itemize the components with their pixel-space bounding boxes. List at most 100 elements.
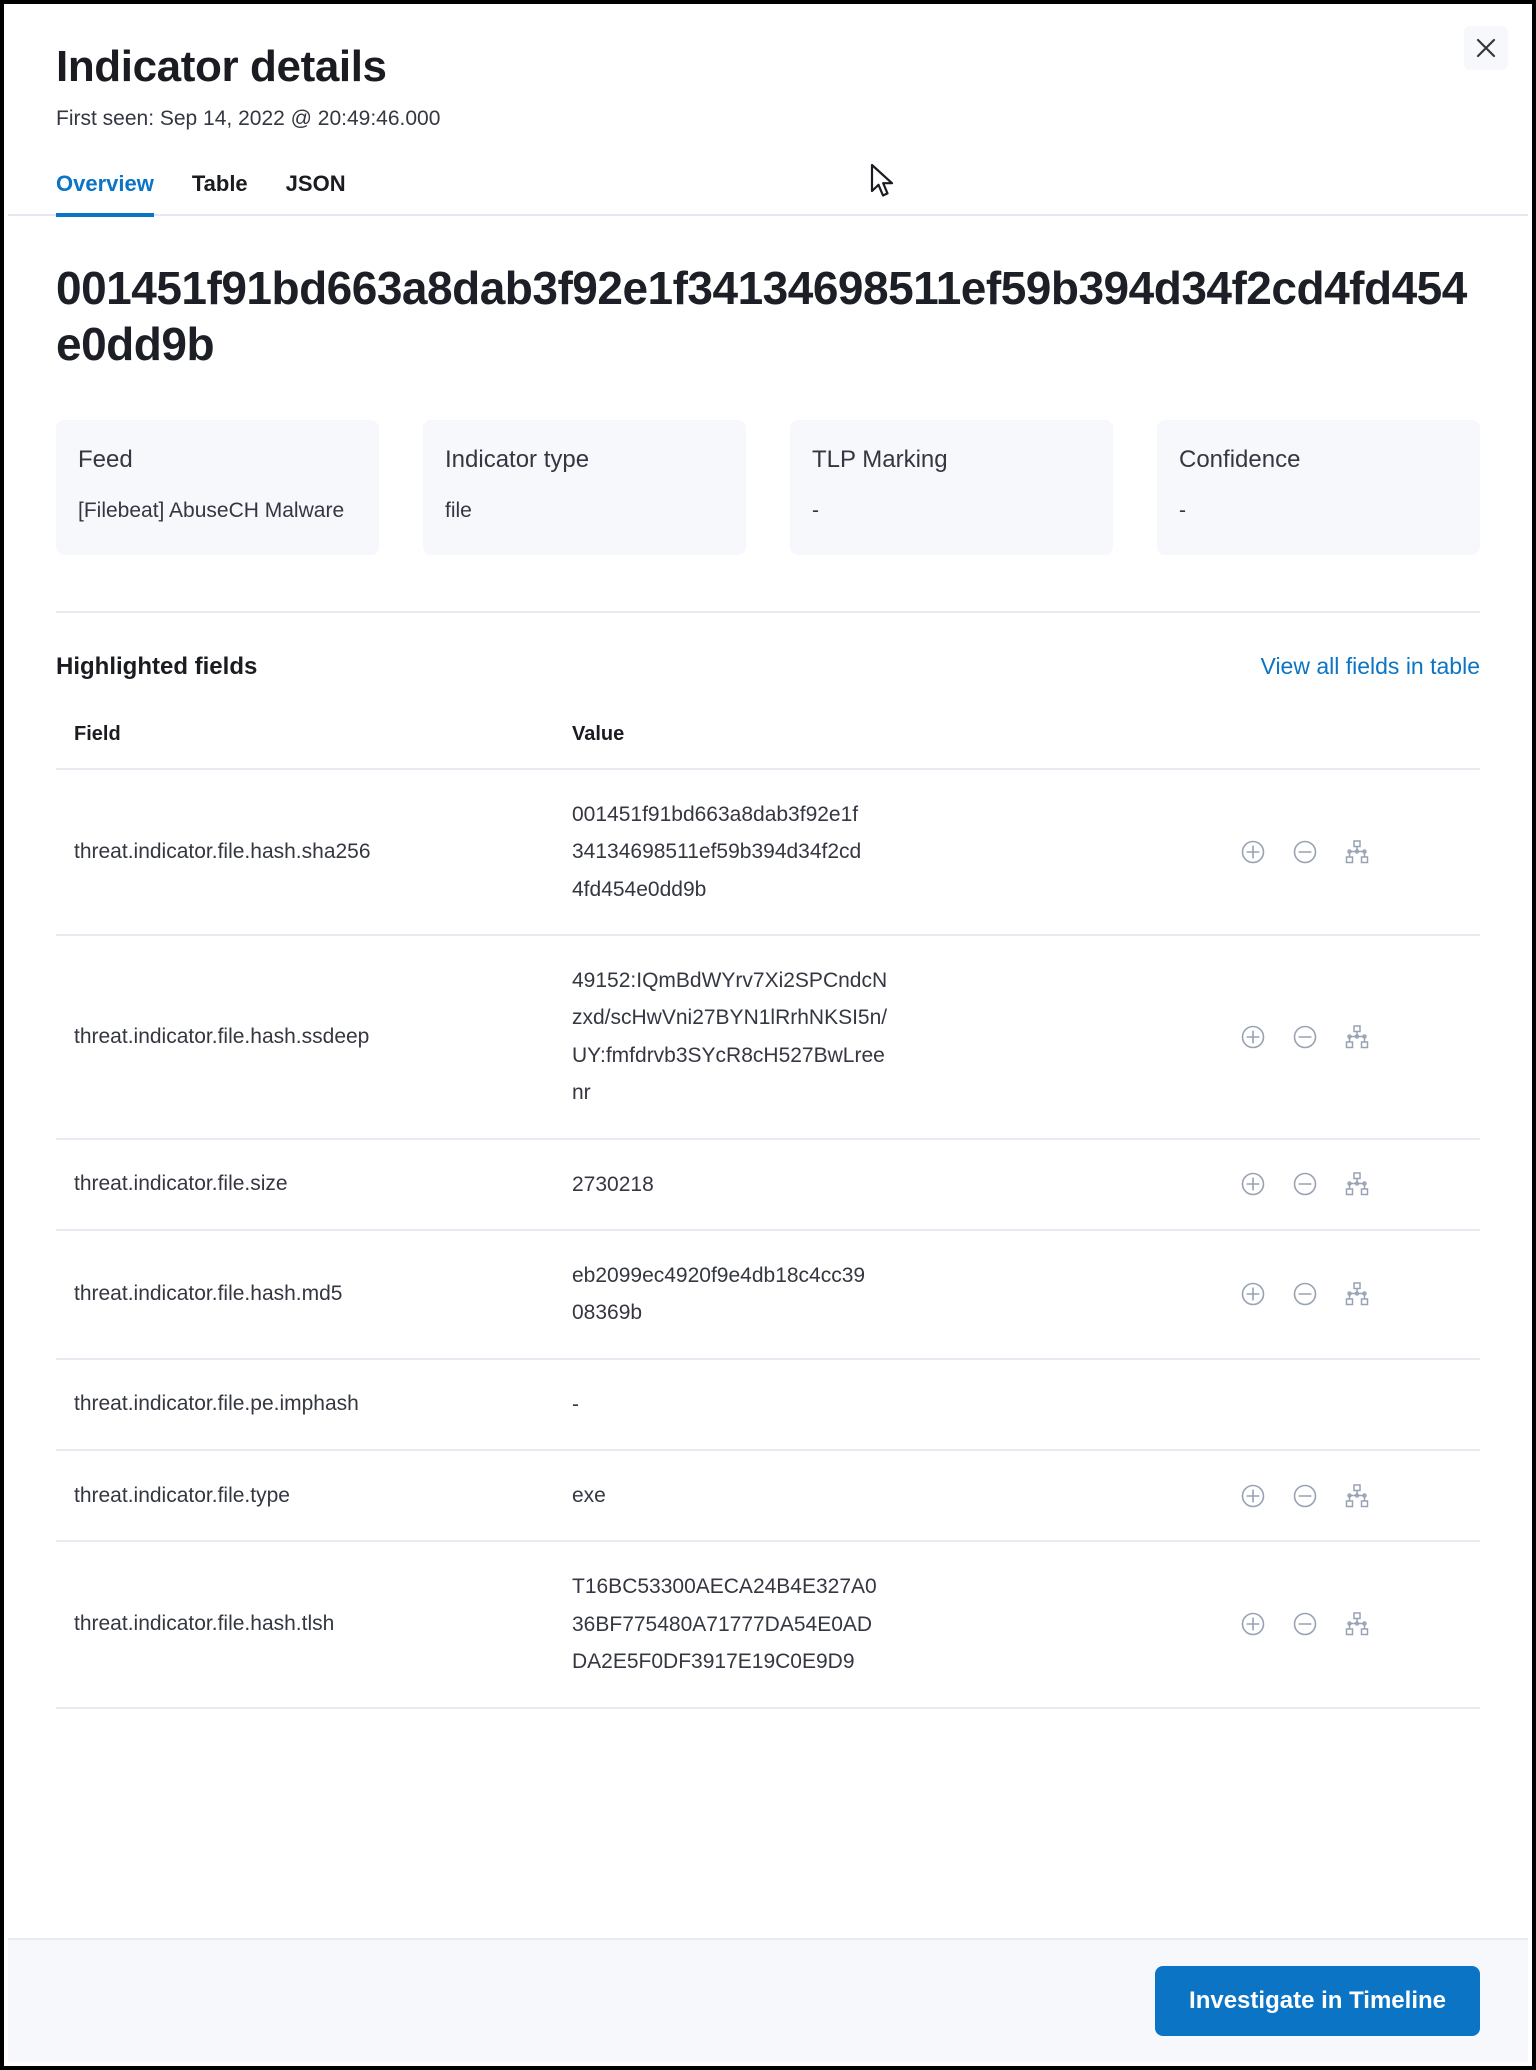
- toggle-column-in-table-button[interactable]: [1344, 1024, 1370, 1050]
- field-value-line: nr: [572, 1081, 591, 1105]
- table-row: threat.indicator.file.hash.tlsh T16BC5330…: [56, 1541, 1480, 1709]
- column-header-field: Field: [56, 722, 554, 770]
- field-actions-cell: [1222, 1138, 1480, 1231]
- toggle-column-in-table-icon: [1345, 840, 1369, 864]
- toggle-column-in-table-icon: [1345, 1282, 1369, 1306]
- toggle-column-in-table-icon: [1345, 1172, 1369, 1196]
- first-seen-timestamp: First seen: Sep 14, 2022 @ 20:49:46.000: [56, 107, 441, 131]
- filter-out-value-icon: [1293, 1025, 1317, 1049]
- field-value-line: -: [572, 1392, 579, 1416]
- card-value: file: [445, 499, 472, 523]
- highlighted-fields-header: Highlighted fields View all fields in ta…: [56, 653, 1480, 681]
- column-header-value: Value: [554, 722, 1222, 770]
- table-row: threat.indicator.file.type exe: [56, 1450, 1480, 1543]
- field-value-line: 34134698511ef59b394d34f2cd: [572, 840, 862, 864]
- tab-table[interactable]: Table: [192, 171, 248, 217]
- table-row: threat.indicator.file.size 2730218: [56, 1138, 1480, 1231]
- field-value-line: DA2E5F0DF3917E19C0E9D9: [572, 1650, 855, 1674]
- field-name-cell: threat.indicator.file.type: [56, 1450, 554, 1543]
- field-value-line: 49152:IQmBdWYrv7Xi2SPCndcN: [572, 969, 888, 993]
- field-value-line: exe: [572, 1484, 606, 1508]
- filter-out-value-button[interactable]: [1292, 1281, 1318, 1307]
- row-action-icons: [1240, 1024, 1480, 1050]
- card-label: Confidence: [1179, 446, 1301, 474]
- filter-out-value-button[interactable]: [1292, 1611, 1318, 1637]
- filter-for-value-button[interactable]: [1240, 1171, 1266, 1197]
- tab-bar: Overview Table JSON: [8, 171, 1528, 218]
- filter-for-value-icon: [1241, 1025, 1265, 1049]
- toggle-column-in-table-button[interactable]: [1344, 1483, 1370, 1509]
- filter-out-value-button[interactable]: [1292, 1483, 1318, 1509]
- field-value-line: T16BC53300AECA24B4E327A0: [572, 1575, 877, 1599]
- summary-card-tlp-marking: TLP Marking -: [790, 420, 1113, 555]
- field-actions-cell: [1222, 1450, 1480, 1543]
- tab-overview[interactable]: Overview: [56, 171, 154, 218]
- field-value-cell: 49152:IQmBdWYrv7Xi2SPCndcN zxd/scHwVni27B…: [554, 935, 1222, 1140]
- indicator-hash-title: 001451f91bd663a8dab3f92e1f34134698511ef5…: [56, 262, 1467, 371]
- card-label: Indicator type: [445, 446, 590, 474]
- field-value-line: UY:fmfdrvb3SYcR8cH527BwLree: [572, 1043, 885, 1067]
- highlighted-fields-title: Highlighted fields: [56, 652, 258, 680]
- filter-for-value-icon: [1241, 1484, 1265, 1508]
- field-name-cell: threat.indicator.file.hash.sha256: [56, 768, 554, 937]
- table-head: Field Value: [56, 722, 1480, 770]
- toggle-column-in-table-icon: [1345, 1025, 1369, 1049]
- summary-card-indicator-type: Indicator type file: [423, 420, 746, 555]
- field-value-cell: T16BC53300AECA24B4E327A0 36BF775480A71777…: [554, 1541, 1222, 1709]
- filter-for-value-icon: [1241, 1613, 1265, 1636]
- filter-out-value-icon: [1293, 1172, 1317, 1196]
- field-actions-cell: [1222, 935, 1480, 1140]
- filter-out-value-button[interactable]: [1292, 1024, 1318, 1050]
- filter-for-value-button[interactable]: [1240, 1281, 1266, 1307]
- field-actions-cell: [1222, 768, 1480, 937]
- row-action-icons: [1240, 1483, 1480, 1509]
- filter-for-value-button[interactable]: [1240, 1024, 1266, 1050]
- filter-for-value-button[interactable]: [1240, 1483, 1266, 1509]
- close-button[interactable]: [1464, 26, 1508, 70]
- row-action-icons: [1240, 1171, 1480, 1197]
- investigate-in-timeline-button[interactable]: Investigate in Timeline: [1155, 1966, 1480, 2036]
- field-name-cell: threat.indicator.file.hash.md5: [56, 1229, 554, 1360]
- toggle-column-in-table-button[interactable]: [1344, 839, 1370, 865]
- flyout-footer: Investigate in Timeline: [8, 1938, 1528, 2062]
- toggle-column-in-table-button[interactable]: [1344, 1611, 1370, 1637]
- close-icon: [1476, 38, 1496, 58]
- field-value-line: 36BF775480A71777DA54E0AD: [572, 1612, 873, 1636]
- flyout-body: 001451f91bd663a8dab3f92e1f 34134698511ef5…: [8, 216, 1528, 1938]
- toggle-column-in-table-button[interactable]: [1344, 1281, 1370, 1307]
- field-actions-cell: [1222, 1541, 1480, 1709]
- field-name-cell: threat.indicator.file.hash.tlsh: [56, 1541, 554, 1709]
- row-action-icons: [1240, 839, 1480, 865]
- table-row: threat.indicator.file.hash.ssdeep 49152:I…: [56, 935, 1480, 1140]
- filter-for-value-icon: [1241, 1282, 1265, 1306]
- toggle-column-in-table-button[interactable]: [1344, 1171, 1370, 1197]
- field-value-cell: exe: [554, 1450, 1222, 1543]
- summary-card-feed: Feed [Filebeat] AbuseCH Malware: [56, 420, 379, 555]
- indicator-details-flyout: Indicator details First seen: Sep 14, 20…: [8, 8, 1528, 2062]
- filter-for-value-button[interactable]: [1240, 839, 1266, 865]
- filter-out-value-icon: [1293, 1484, 1317, 1508]
- table-row: threat.indicator.file.hash.md5 eb2099ec49…: [56, 1229, 1480, 1360]
- filter-for-value-button[interactable]: [1240, 1611, 1266, 1637]
- summary-card-confidence: Confidence -: [1157, 420, 1480, 555]
- indicator-details-flyout-screenshot: Indicator details First seen: Sep 14, 20…: [0, 0, 1536, 2070]
- field-value-cell: 001451f91bd663a8dab3f92e1f 34134698511ef5…: [554, 768, 1222, 937]
- filter-out-value-icon: [1293, 1282, 1317, 1306]
- filter-out-value-button[interactable]: [1292, 839, 1318, 865]
- view-all-fields-link[interactable]: View all fields in table: [1261, 653, 1480, 680]
- summary-cards: Feed [Filebeat] AbuseCH Malware Indicato…: [56, 420, 1480, 555]
- table-row: threat.indicator.file.hash.sha256 001451f…: [56, 768, 1480, 937]
- filter-out-value-icon: [1293, 840, 1317, 864]
- field-value-line: 2730218: [572, 1172, 654, 1196]
- filter-for-value-icon: [1241, 1172, 1265, 1196]
- page-title: Indicator details: [56, 42, 387, 91]
- field-value-line: eb2099ec4920f9e4db18c4cc39: [572, 1263, 866, 1287]
- table-row: threat.indicator.file.pe.imphash -: [56, 1358, 1480, 1452]
- flyout-header: Indicator details First seen: Sep 14, 20…: [8, 8, 1528, 218]
- filter-out-value-button[interactable]: [1292, 1171, 1318, 1197]
- row-action-icons: [1240, 1281, 1480, 1307]
- field-actions-cell: [1222, 1229, 1480, 1360]
- field-value-line: zxd/scHwVni27BYN1lRrhNKSI5n/: [572, 1006, 888, 1030]
- field-value-line: 001451f91bd663a8dab3f92e1f: [572, 802, 859, 826]
- tab-json[interactable]: JSON: [286, 171, 346, 217]
